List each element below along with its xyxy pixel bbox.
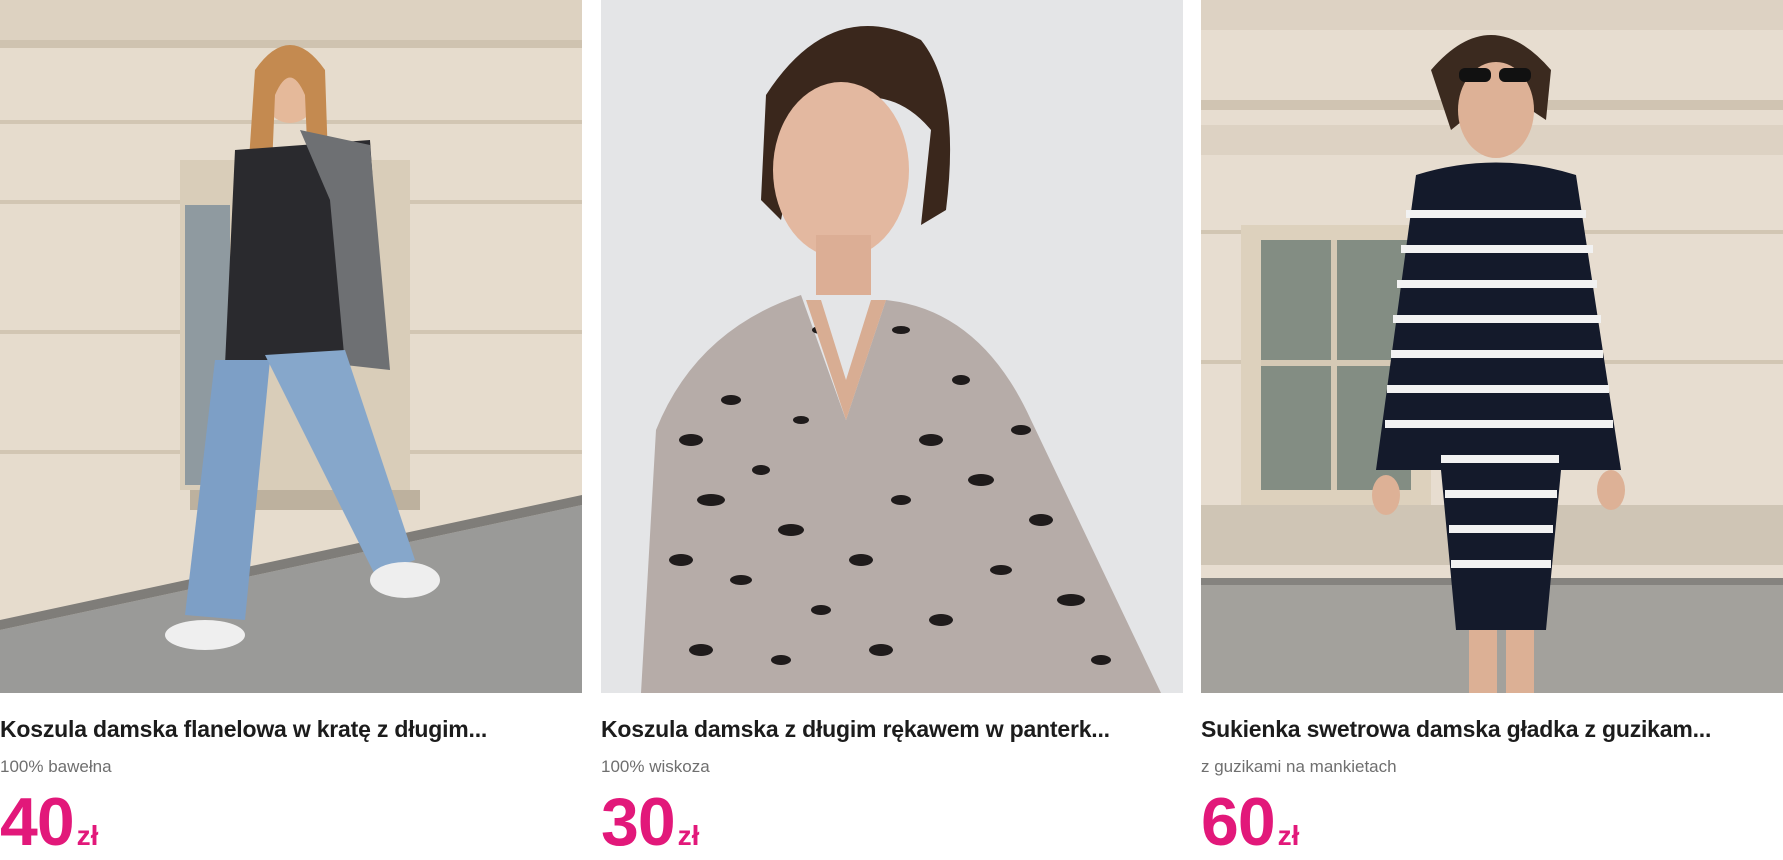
- product-material: 100% bawełna: [0, 757, 112, 776]
- product-image-plaid-shirt[interactable]: [0, 0, 582, 693]
- product-card[interactable]: Koszula damska z długim rękawem w panter…: [601, 0, 1183, 856]
- product-price: 60 zł: [1201, 788, 1300, 856]
- product-photo: [601, 0, 1183, 693]
- price-amount: 40: [0, 784, 75, 860]
- product-photo: [1201, 0, 1783, 693]
- product-photo: [0, 0, 582, 693]
- product-title[interactable]: Koszula damska flanelowa w kratę z długi…: [0, 716, 582, 743]
- product-image-striped-dress[interactable]: [1201, 0, 1783, 693]
- product-material: 100% wiskoza: [601, 757, 710, 776]
- product-title[interactable]: Sukienka swetrowa damska gładka z guzika…: [1201, 716, 1783, 743]
- price-currency: zł: [677, 820, 700, 851]
- product-card[interactable]: Koszula damska flanelowa w kratę z długi…: [0, 0, 582, 856]
- price-currency: zł: [76, 820, 99, 851]
- product-grid: Koszula damska flanelowa w kratę z długi…: [0, 0, 1783, 856]
- product-image-leopard-shirt[interactable]: [601, 0, 1183, 693]
- price-amount: 30: [601, 784, 676, 860]
- price-amount: 60: [1201, 784, 1276, 860]
- product-price: 40 zł: [0, 788, 99, 856]
- product-title[interactable]: Koszula damska z długim rękawem w panter…: [601, 716, 1183, 743]
- product-price: 30 zł: [601, 788, 700, 856]
- product-material: z guzikami na mankietach: [1201, 757, 1397, 776]
- product-card[interactable]: Sukienka swetrowa damska gładka z guzika…: [1201, 0, 1783, 856]
- price-currency: zł: [1277, 820, 1300, 851]
